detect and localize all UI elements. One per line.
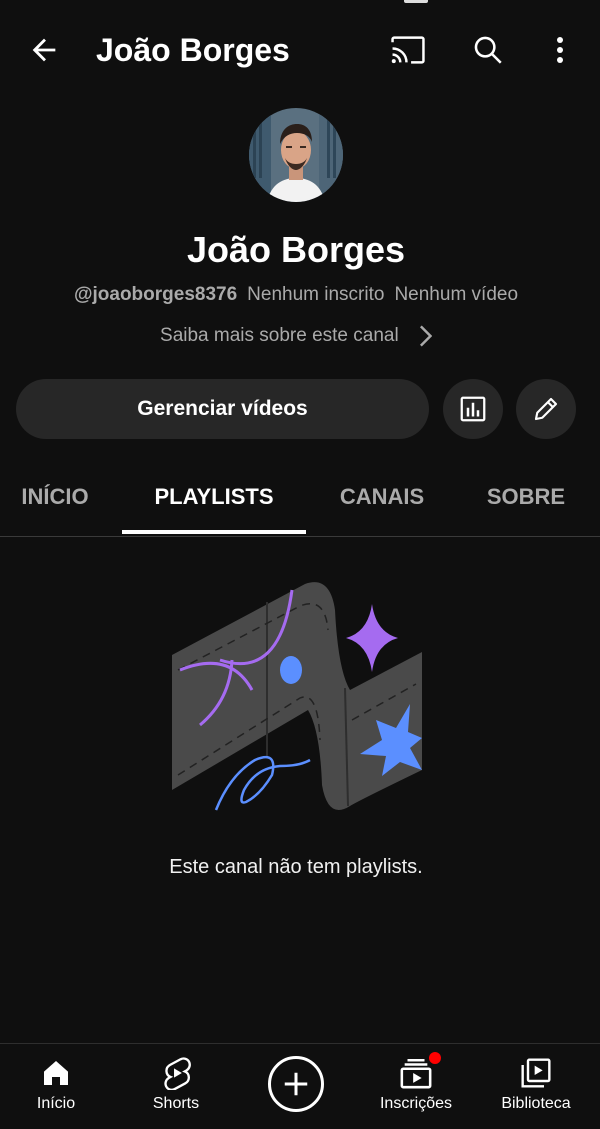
back-arrow-icon — [32, 38, 56, 62]
cast-button[interactable] — [386, 28, 430, 72]
nav-label: Biblioteca — [501, 1095, 571, 1112]
analytics-button[interactable] — [443, 379, 503, 439]
tab-playlists[interactable]: PLAYLISTS — [122, 466, 306, 532]
subscriptions-icon — [399, 1052, 441, 1090]
about-channel-link[interactable]: Saiba mais sobre este canal — [0, 322, 592, 350]
bottom-navigation: Início Shorts Inscrições Biblioteca — [0, 1043, 600, 1129]
search-button[interactable] — [466, 28, 510, 72]
channel-handle: @joaoborges8376 — [73, 284, 238, 305]
nav-inscricoes[interactable]: Inscrições — [370, 1044, 462, 1129]
subscriber-count: Nenhum inscrito — [247, 284, 385, 305]
empty-state-message: Este canal não tem playlists. — [169, 856, 423, 878]
manage-videos-button[interactable]: Gerenciar vídeos — [16, 379, 429, 439]
nav-label: Inscrições — [379, 1095, 453, 1112]
search-icon — [474, 36, 502, 64]
edit-channel-button[interactable] — [516, 379, 576, 439]
create-button[interactable] — [268, 1056, 324, 1112]
empty-playlists-illustration — [172, 582, 422, 811]
nav-label: Shorts — [152, 1095, 200, 1112]
create-plus-icon — [284, 1072, 308, 1096]
tab-inicio[interactable]: INÍCIO — [0, 466, 110, 532]
shorts-icon — [161, 1056, 191, 1090]
channel-tabs: INÍCIO PLAYLISTS CANAIS SOBRE — [0, 466, 600, 537]
channel-meta: @joaoborges8376 Nenhum inscrito Nenhum víd… — [0, 282, 592, 308]
nav-biblioteca[interactable]: Biblioteca — [494, 1044, 578, 1129]
chevron-right-icon — [419, 325, 432, 347]
active-tab-indicator — [122, 530, 306, 534]
pencil-icon — [534, 397, 558, 421]
notification-badge — [429, 1052, 441, 1064]
top-app-bar: João Borges — [0, 0, 600, 100]
cast-icon — [391, 36, 425, 64]
about-channel-label: Saiba mais sobre este canal — [160, 325, 399, 346]
analytics-icon — [460, 396, 486, 422]
library-icon — [520, 1056, 552, 1090]
app-bar-title: João Borges — [96, 32, 290, 68]
video-count: Nenhum vídeo — [394, 284, 519, 305]
channel-avatar[interactable] — [249, 108, 343, 202]
more-vert-icon — [557, 37, 563, 63]
channel-name: João Borges — [186, 229, 406, 270]
tab-canais[interactable]: CANAIS — [318, 466, 446, 532]
more-options-button[interactable] — [538, 28, 582, 72]
home-icon — [40, 1056, 72, 1090]
nav-inicio[interactable]: Início — [16, 1044, 96, 1129]
nav-label: Início — [36, 1095, 76, 1112]
tab-sobre[interactable]: SOBRE — [470, 466, 582, 532]
back-button[interactable] — [22, 28, 66, 72]
nav-shorts[interactable]: Shorts — [136, 1044, 216, 1129]
